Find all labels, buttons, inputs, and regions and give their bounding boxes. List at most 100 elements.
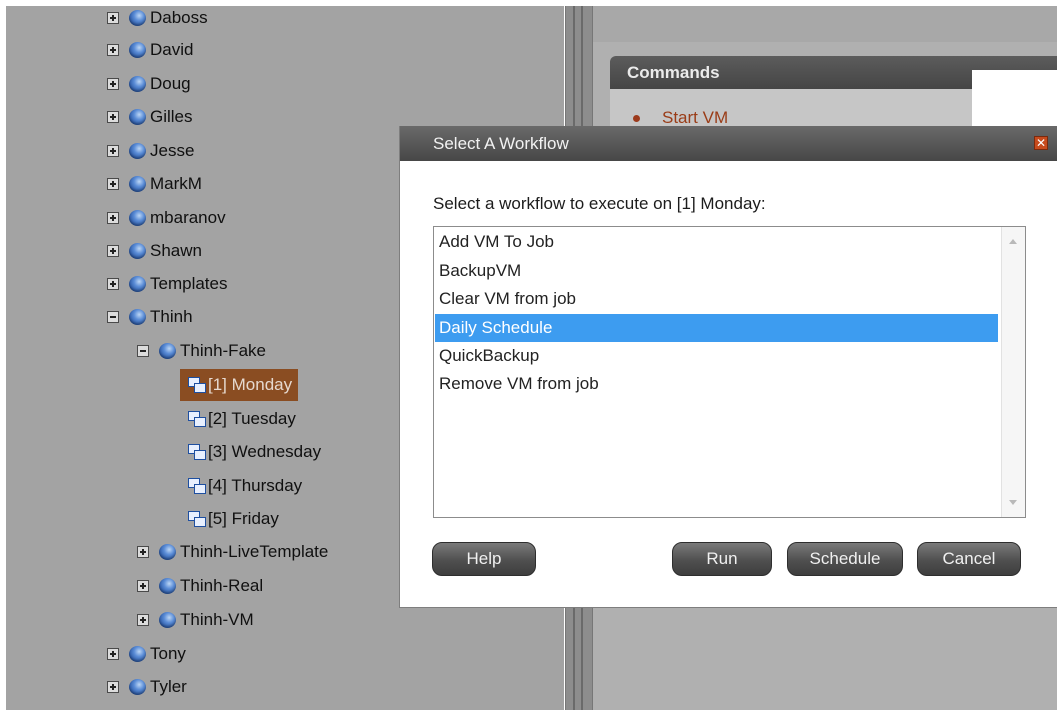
workflow-list-item-selected[interactable]: Daily Schedule [435, 314, 998, 342]
cancel-button[interactable]: Cancel [917, 542, 1021, 576]
expand-plus-icon[interactable] [107, 111, 119, 123]
vm-group-icon [129, 276, 146, 292]
expand-plus-icon[interactable] [107, 245, 119, 257]
tree-node-thinh[interactable]: Thinh [107, 301, 193, 333]
expand-plus-icon[interactable] [107, 12, 119, 24]
expand-plus-icon[interactable] [107, 648, 119, 660]
job-icon [188, 478, 206, 494]
job-icon [188, 377, 206, 393]
tree-node-thinh-fake[interactable]: Thinh-Fake [137, 335, 266, 367]
tree-node-label: Daboss [150, 8, 208, 27]
select-workflow-dialog: Select A Workflow ✕ Select a workflow to… [399, 126, 1057, 608]
scroll-down-arrow-icon[interactable] [1009, 500, 1017, 505]
tree-node-doug[interactable]: Doug [107, 68, 191, 100]
tree-node-templates[interactable]: Templates [107, 268, 227, 300]
tree-job-label: [4] Thursday [208, 476, 303, 495]
start-vm-command-link[interactable]: Start VM [633, 108, 728, 128]
scroll-up-arrow-icon[interactable] [1009, 239, 1017, 244]
tree-job-label: [2] Tuesday [208, 409, 296, 428]
expand-plus-icon[interactable] [107, 212, 119, 224]
help-button[interactable]: Help [432, 542, 536, 576]
tree-node-label: Shawn [150, 241, 202, 260]
tree-node-jesse[interactable]: Jesse [107, 135, 194, 167]
tree-node-daboss[interactable]: Daboss [107, 2, 208, 34]
dialog-title: Select A Workflow [433, 133, 569, 153]
tree-node-thinh-vm[interactable]: Thinh-VM [137, 604, 254, 636]
tree-node-label: Thinh-Real [180, 576, 264, 595]
expand-plus-icon[interactable] [107, 44, 119, 56]
tree-node-tyler[interactable]: Tyler [107, 671, 187, 703]
right-panel-top-strip [593, 6, 1057, 42]
vm-group-icon [129, 646, 146, 662]
vm-group-icon [129, 309, 146, 325]
expand-plus-icon[interactable] [137, 546, 149, 558]
expand-plus-icon[interactable] [107, 78, 119, 90]
dialog-prompt: Select a workflow to execute on [1] Mond… [433, 194, 766, 213]
expand-plus-icon[interactable] [107, 681, 119, 693]
tree-node-markm[interactable]: MarkM [107, 168, 202, 200]
tree-job-monday[interactable]: [1] Monday [180, 369, 299, 401]
vm-group-icon [129, 10, 146, 26]
workflow-list-item[interactable]: QuickBackup [435, 342, 998, 370]
tree-node-tony[interactable]: Tony [107, 638, 186, 670]
expand-plus-icon[interactable] [137, 614, 149, 626]
expand-plus-icon[interactable] [107, 145, 119, 157]
workflow-list-item[interactable]: Clear VM from job [435, 285, 998, 313]
workflow-list-item[interactable]: Remove VM from job [435, 370, 998, 398]
tree-node-mbaranov[interactable]: mbaranov [107, 202, 226, 234]
vm-group-icon [129, 679, 146, 695]
tree-node-label: Tony [150, 644, 186, 663]
vm-group-icon [129, 210, 146, 226]
vm-group-icon [159, 612, 176, 628]
tree-job-label: [3] Wednesday [208, 442, 322, 461]
start-vm-label: Start VM [662, 108, 729, 127]
workflow-list-item[interactable]: Add VM To Job [435, 228, 998, 256]
vm-group-icon [159, 544, 176, 560]
workflow-list-item[interactable]: BackupVM [435, 257, 998, 285]
dialog-titlebar[interactable]: Select A Workflow ✕ [400, 126, 1057, 161]
commands-panel-blank-area [972, 70, 1057, 130]
tree-node-thinh-real[interactable]: Thinh-Real [137, 570, 263, 602]
expand-plus-icon[interactable] [107, 178, 119, 190]
schedule-button[interactable]: Schedule [787, 542, 903, 576]
tree-node-label: David [150, 40, 194, 59]
tree-node-label: Thinh-VM [180, 610, 254, 629]
vm-group-icon [129, 143, 146, 159]
tree-job-label: [5] Friday [208, 509, 279, 528]
vm-group-icon [159, 578, 176, 594]
tree-node-gilles[interactable]: Gilles [107, 101, 193, 133]
tree-node-thinh-livetemplate[interactable]: Thinh-LiveTemplate [137, 536, 328, 568]
run-button[interactable]: Run [672, 542, 772, 576]
tree-job-tuesday[interactable]: [2] Tuesday [188, 403, 296, 435]
job-icon [188, 444, 206, 460]
tree-job-thursday[interactable]: [4] Thursday [188, 470, 302, 502]
vm-group-icon [129, 109, 146, 125]
close-icon[interactable]: ✕ [1034, 136, 1048, 150]
tree-node-label: mbaranov [150, 208, 226, 227]
tree-node-label: Thinh-Fake [180, 341, 266, 360]
tree-node-shawn[interactable]: Shawn [107, 235, 202, 267]
job-icon [188, 511, 206, 527]
tree-node-label: MarkM [150, 174, 202, 193]
app-window: Daboss David Doug Gilles Jesse MarkM mba… [0, 0, 1057, 716]
vm-group-icon [129, 176, 146, 192]
collapse-minus-icon[interactable] [137, 345, 149, 357]
commands-title: Commands [627, 62, 720, 82]
collapse-minus-icon[interactable] [107, 311, 119, 323]
tree-node-label: Thinh-LiveTemplate [180, 542, 329, 561]
tree-node-david[interactable]: David [107, 34, 193, 66]
workflow-listbox[interactable]: Add VM To Job BackupVM Clear VM from job… [433, 226, 1026, 518]
list-scrollbar[interactable] [1001, 227, 1025, 517]
tree-job-wednesday[interactable]: [3] Wednesday [188, 436, 321, 468]
tree-node-label: Templates [150, 274, 228, 293]
vm-group-icon [129, 76, 146, 92]
expand-plus-icon[interactable] [137, 580, 149, 592]
tree-node-label: Thinh [150, 307, 193, 326]
tree-node-label: Doug [150, 74, 191, 93]
tree-job-label: [1] Monday [208, 375, 293, 394]
tree-job-friday[interactable]: [5] Friday [188, 503, 279, 535]
job-icon [188, 411, 206, 427]
vm-group-icon [129, 42, 146, 58]
expand-plus-icon[interactable] [107, 278, 119, 290]
bullet-icon [633, 114, 640, 122]
